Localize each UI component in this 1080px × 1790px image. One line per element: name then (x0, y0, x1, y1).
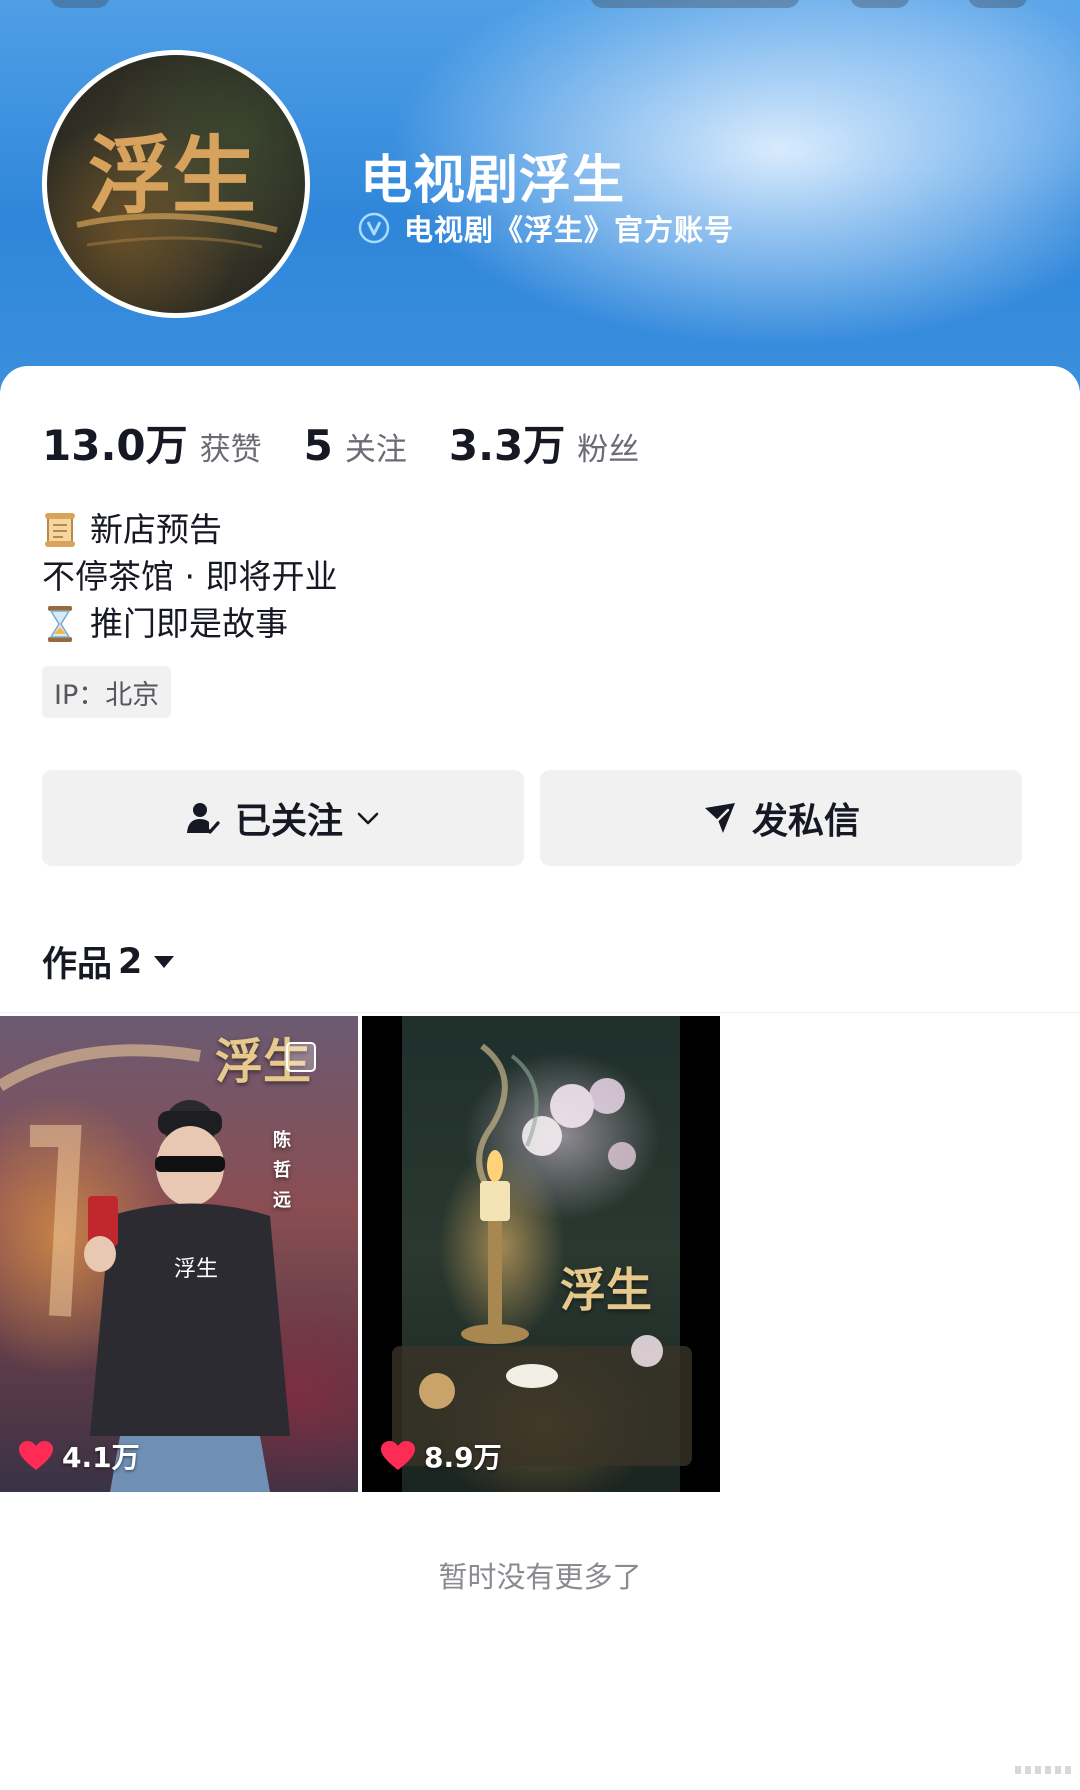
thumb-cast-text: 陈哲远 (273, 1130, 291, 1211)
followed-label: 已关注 (234, 801, 343, 842)
profile-name: 电视剧浮生 (360, 151, 626, 211)
bio-line: 不停茶馆 · 即将开业 (42, 553, 337, 600)
stat-label: 获赞 (199, 432, 262, 468)
stat-value: 13.0万 (42, 421, 188, 470)
profile-header: 浮生 电视剧浮生 电视剧《浮生》官方账号 (0, 0, 1080, 400)
video-thumbnail[interactable]: 浮生 8.9万 (362, 1016, 720, 1492)
stat-label: 关注 (344, 432, 407, 468)
avatar[interactable]: 浮生 (42, 50, 310, 318)
bio-line: 推门即是故事 (42, 600, 337, 647)
likes-value: 4.1万 (62, 1441, 140, 1474)
divider (0, 1012, 1080, 1013)
status-bar-pill (968, 0, 1028, 8)
avatar-art: 浮生 (76, 126, 278, 249)
pin-icon (286, 1042, 316, 1072)
stat-label: 粉丝 (577, 432, 640, 468)
verified-icon (358, 212, 390, 244)
stat-followers[interactable]: 3.3万 粉丝 (449, 412, 639, 473)
heart-icon (19, 1441, 53, 1470)
stat-likes[interactable]: 13.0万 获赞 (42, 412, 262, 473)
message-label: 发私信 (751, 801, 860, 842)
send-icon (704, 803, 735, 833)
ip-location-tag: IP：北京 (42, 666, 172, 718)
hourglass-icon (48, 605, 72, 642)
bio-text: 不停茶馆 · 即将开业 (42, 557, 338, 596)
video-cover-art (392, 1043, 692, 1466)
bio-text: 推门即是故事 (90, 604, 288, 643)
home-indicator (1015, 1766, 1075, 1774)
stat-value: 3.3万 (448, 421, 566, 470)
caret-down-icon (154, 955, 175, 968)
verification-row: 电视剧《浮生》官方账号 (358, 208, 734, 248)
user-check-icon (186, 803, 220, 834)
chevron-down-icon (357, 812, 379, 825)
bio: 新店预告 不停茶馆 · 即将开业 推门即是故事 (42, 506, 337, 647)
followed-button[interactable]: 已关注 (42, 770, 524, 866)
status-bar-pill (850, 0, 910, 8)
tab-works[interactable]: 作品 2 (42, 936, 176, 987)
heart-icon (381, 1441, 415, 1470)
thumb-logo-text: 浮生 (560, 1263, 652, 1317)
status-bar-pill (590, 0, 800, 8)
svg-text:浮生: 浮生 (174, 1257, 218, 1282)
works-tab-label: 作品 (42, 945, 113, 985)
scroll-icon (45, 512, 75, 547)
avatar-logo-text: 浮生 (88, 126, 256, 225)
stat-following[interactable]: 5 关注 (304, 421, 407, 470)
message-button[interactable]: 发私信 (540, 770, 1022, 866)
status-bar-pill (50, 0, 110, 8)
profile-card: 13.0万 获赞 5 关注 3.3万 粉丝 新店预告 不停茶馆 · 即将开业 推… (0, 366, 1080, 1790)
no-more-content-text: 暂时没有更多了 (438, 1560, 642, 1594)
video-thumbnail[interactable]: 浮生 浮生 陈哲远 4.1万 (0, 1016, 358, 1492)
bio-line: 新店预告 (42, 506, 337, 553)
likes-count: 4.1万 (18, 1436, 140, 1476)
likes-value: 8.9万 (424, 1441, 502, 1474)
likes-count: 8.9万 (380, 1436, 502, 1476)
bio-text: 新店预告 (90, 510, 222, 549)
stat-value: 5 (303, 421, 333, 470)
verification-text: 电视剧《浮生》官方账号 (404, 213, 735, 247)
stats-row: 13.0万 获赞 5 关注 3.3万 粉丝 (42, 412, 681, 473)
works-count: 2 (118, 941, 143, 982)
